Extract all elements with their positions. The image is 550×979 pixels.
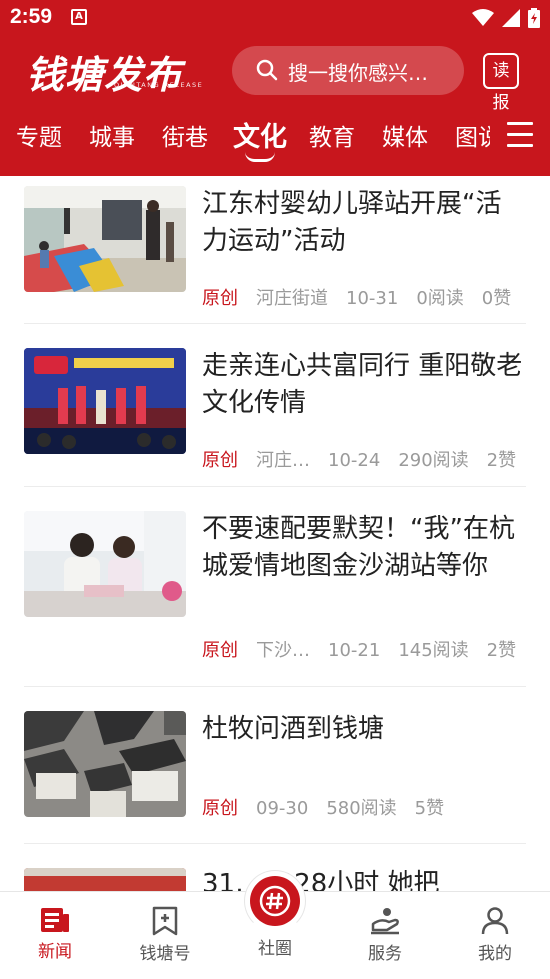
thumbnail-stage-performance [24, 348, 186, 454]
nav-label: 服务 [368, 944, 402, 964]
status-bar: 2:59 A [0, 0, 550, 36]
nav-qiantanghao[interactable]: 钱塘号 [125, 906, 205, 964]
article-likes: 0赞 [481, 288, 512, 309]
article-source: 河庄… [256, 450, 310, 471]
category-tabs: 专题 城事 街巷 文化 教育 媒体 图说 [0, 112, 490, 162]
nav-label: 新闻 [38, 942, 72, 962]
article-title: 不要速配要默契！“我”在杭城爱情地图金沙湖站等你 [202, 514, 515, 581]
nav-label: 社圈 [258, 939, 292, 959]
divider [24, 686, 526, 687]
original-badge: 原创 [202, 450, 238, 471]
search-bar[interactable]: 搜一搜你感兴… [232, 46, 464, 95]
tab-jiexiang[interactable]: 街巷 [162, 118, 208, 152]
nav-service[interactable]: 服务 [345, 906, 425, 964]
signal-icon [502, 9, 520, 27]
original-badge: 原创 [202, 288, 238, 309]
search-placeholder: 搜一搜你感兴… [288, 61, 428, 85]
search-icon [256, 59, 278, 81]
system-icons [472, 7, 540, 29]
nav-news[interactable]: 新闻 [15, 906, 95, 962]
hashtag-icon [250, 876, 300, 926]
article-meta: 原创 下沙… 10-21 145阅读 2赞 [202, 636, 534, 662]
tab-jiaoyu[interactable]: 教育 [309, 118, 355, 152]
nav-shequan[interactable]: 社圈 [236, 870, 314, 959]
bookmark-plus-icon [152, 906, 178, 936]
original-badge: 原创 [202, 798, 238, 819]
article-source: 下沙… [256, 640, 310, 661]
thumbnail-couple-activity [24, 511, 186, 617]
tab-meiti[interactable]: 媒体 [382, 118, 428, 152]
divider [24, 843, 526, 844]
article-date: 09-30 [256, 798, 309, 819]
article-title: 走亲连心共富同行 重阳敬老文化传情 [202, 351, 523, 418]
tab-zhuanti[interactable]: 专题 [16, 118, 62, 152]
read-paper-button[interactable]: 读报 [483, 53, 519, 113]
nav-label: 钱塘号 [139, 944, 191, 964]
article-likes: 5赞 [414, 798, 445, 819]
divider [24, 486, 526, 487]
article-source: 河庄街道 [256, 288, 328, 309]
battery-icon [528, 8, 540, 28]
article-date: 10-24 [328, 450, 381, 471]
article-date: 10-21 [328, 640, 381, 661]
logo-text: 钱塘发布 [26, 52, 183, 97]
article-meta: 原创 09-30 580阅读 5赞 [202, 794, 462, 820]
news-feed[interactable]: 江东村婴幼儿驿站开展“活力运动”活动 原创河庄街道10-310阅读0赞 [0, 176, 550, 891]
nav-label: 我的 [478, 944, 512, 964]
wifi-icon [472, 9, 494, 26]
article-likes: 2赞 [486, 450, 517, 471]
article-title: 杜牧问酒到钱塘 [202, 714, 385, 744]
article-reads: 145阅读 [398, 640, 469, 661]
news-icon [41, 908, 69, 932]
nav-profile[interactable]: 我的 [455, 906, 535, 964]
tab-wenhua[interactable]: 文化 [233, 115, 287, 154]
bottom-navigation: 新闻 钱塘号 社圈 服务 我的 [0, 870, 550, 979]
article-date: 10-31 [346, 288, 399, 309]
article-likes: 2赞 [486, 640, 517, 661]
logo-subtitle: QIANTANG RELEASE [114, 81, 204, 89]
thumbnail-old-town-roofs [24, 711, 186, 817]
article-reads: 0阅读 [416, 288, 464, 309]
menu-icon[interactable] [507, 122, 533, 148]
article-reads: 290阅读 [398, 450, 469, 471]
article-meta: 原创 河庄街道 10-31 0阅读 0赞 [202, 284, 529, 310]
article-meta: 原创 河庄… 10-24 290阅读 2赞 [202, 446, 534, 472]
active-tab-indicator [245, 152, 275, 162]
profile-icon [481, 907, 509, 935]
thumbnail-kids-dancing [24, 186, 186, 292]
article-reads: 580阅读 [326, 798, 397, 819]
thumbnail-partial [24, 868, 186, 891]
tab-chengshi[interactable]: 城事 [89, 118, 135, 152]
status-time: 2:59 [10, 5, 53, 28]
original-badge: 原创 [202, 640, 238, 661]
app-logo: 钱塘发布 QIANTANG RELEASE [22, 44, 202, 97]
tab-tushuo[interactable]: 图说 [455, 118, 490, 152]
article-title: 江东村婴幼儿驿站开展“活力运动”活动 [202, 189, 502, 256]
service-icon [371, 908, 399, 935]
notification-icon: A [71, 9, 87, 25]
divider [24, 323, 526, 324]
